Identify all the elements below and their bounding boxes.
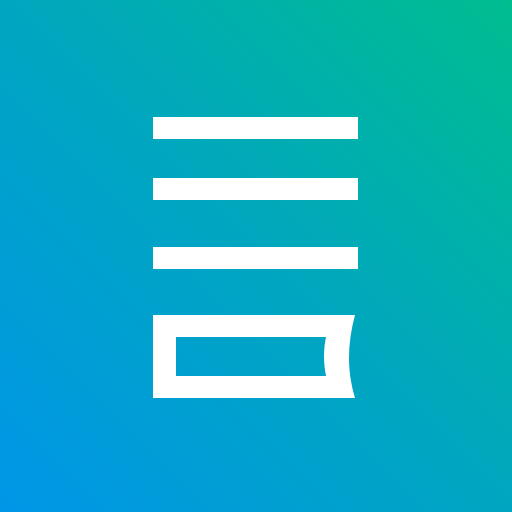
app-icon [0,0,512,512]
app-icon-svg [0,0,512,512]
line-1 [153,117,358,139]
line-2 [153,178,358,200]
line-3 [153,247,358,269]
